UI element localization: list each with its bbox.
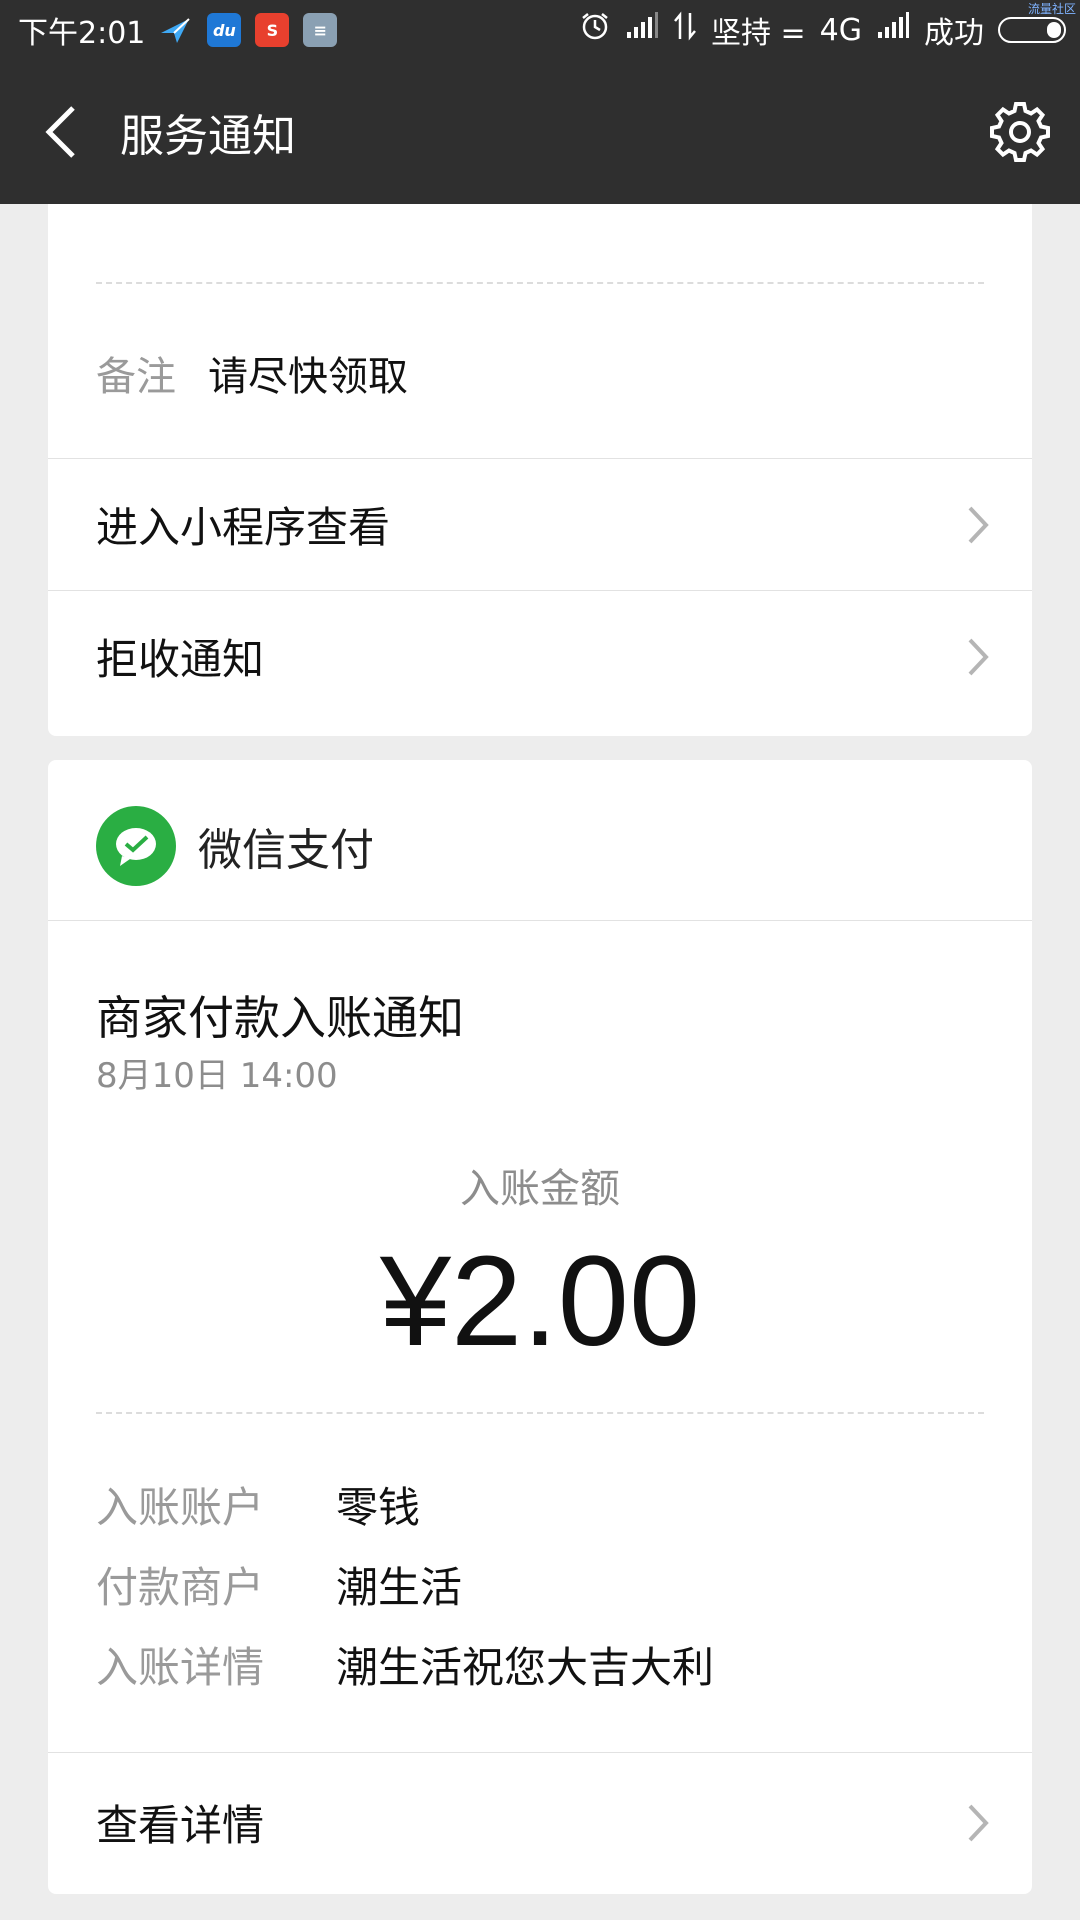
- detail-value: 零钱: [336, 1483, 421, 1532]
- remark-key: 备注: [96, 354, 176, 400]
- detail-value: 潮生活祝您大吉大利: [336, 1643, 715, 1692]
- back-button[interactable]: [0, 60, 120, 204]
- notes-app-icon: ≡: [303, 13, 338, 47]
- chevron-right-icon: [968, 506, 989, 543]
- gear-icon: [990, 102, 1050, 162]
- bird-app-icon: [159, 13, 193, 47]
- detail-value: 潮生活: [336, 1563, 463, 1612]
- view-details-label: 查看详情: [96, 1801, 265, 1850]
- notice-title: 商家付款入账通知: [96, 991, 464, 1045]
- reject-notification-label: 拒收通知: [96, 635, 265, 684]
- page-title: 服务通知: [120, 111, 296, 162]
- back-arrow-icon: [45, 106, 75, 158]
- s360-app-icon: S: [255, 13, 290, 47]
- chevron-right-icon: [968, 1804, 989, 1841]
- status-time: 下午2:01: [18, 16, 146, 51]
- settings-button[interactable]: [960, 60, 1080, 204]
- carrier2-label: 成功: [924, 16, 984, 51]
- reject-notification-row[interactable]: 拒收通知: [48, 590, 1032, 722]
- detail-row-account: 入账账户 零钱: [96, 1474, 420, 1535]
- previous-notification-card: 备注 请尽快领取 进入小程序查看 拒收通知: [48, 204, 1032, 736]
- payment-notification-card: 微信支付 商家付款入账通知 8月10日 14:00 入账金额 ¥2.00 入账账…: [48, 760, 1032, 1894]
- open-miniprogram-row[interactable]: 进入小程序查看: [48, 458, 1032, 590]
- data-transfer-icon: [673, 11, 697, 49]
- du-app-icon: du: [207, 13, 242, 47]
- detail-row-info: 入账详情 潮生活祝您大吉大利: [96, 1634, 714, 1695]
- open-miniprogram-label: 进入小程序查看: [96, 503, 391, 552]
- wxpay-brand-label: 微信支付: [198, 825, 374, 876]
- remark-row: 备注 请尽快领取: [96, 344, 408, 402]
- dashed-divider: [96, 282, 984, 284]
- status-bar-left: 下午2:01 du S ≡: [18, 8, 338, 52]
- amount-value: ¥2.00: [379, 1230, 701, 1373]
- wechat-pay-logo-icon: [96, 806, 176, 886]
- remark-value: 请尽快领取: [208, 354, 408, 400]
- chevron-right-icon: [968, 638, 989, 675]
- signal2-icon: [876, 12, 910, 48]
- carrier1-label: 坚持 =: [710, 16, 806, 51]
- view-details-row[interactable]: 查看详情: [48, 1752, 1032, 1892]
- header-divider: [48, 920, 1032, 921]
- watermark: 流量社区: [1027, 2, 1076, 16]
- amount-label: 入账金额: [460, 1166, 620, 1212]
- wxpay-header: 微信支付: [96, 806, 374, 886]
- status-bar-right: 坚持 = 4G 成功: [579, 8, 1066, 52]
- detail-key: 付款商户: [96, 1563, 265, 1612]
- signal-icon: [625, 12, 659, 48]
- detail-key: 入账详情: [96, 1643, 265, 1692]
- battery-icon: [998, 17, 1066, 43]
- notice-time: 8月10日 14:00: [96, 1056, 338, 1096]
- detail-key: 入账账户: [96, 1483, 265, 1532]
- detail-row-merchant: 付款商户 潮生活: [96, 1554, 462, 1615]
- network-type: 4G: [819, 12, 862, 48]
- dashed-divider: [96, 1412, 984, 1414]
- nav-bar: 服务通知: [0, 60, 1080, 204]
- alarm-icon: [579, 10, 611, 50]
- status-bar: 下午2:01 du S ≡ 坚持 = 4G 成功 流量社区: [0, 0, 1080, 60]
